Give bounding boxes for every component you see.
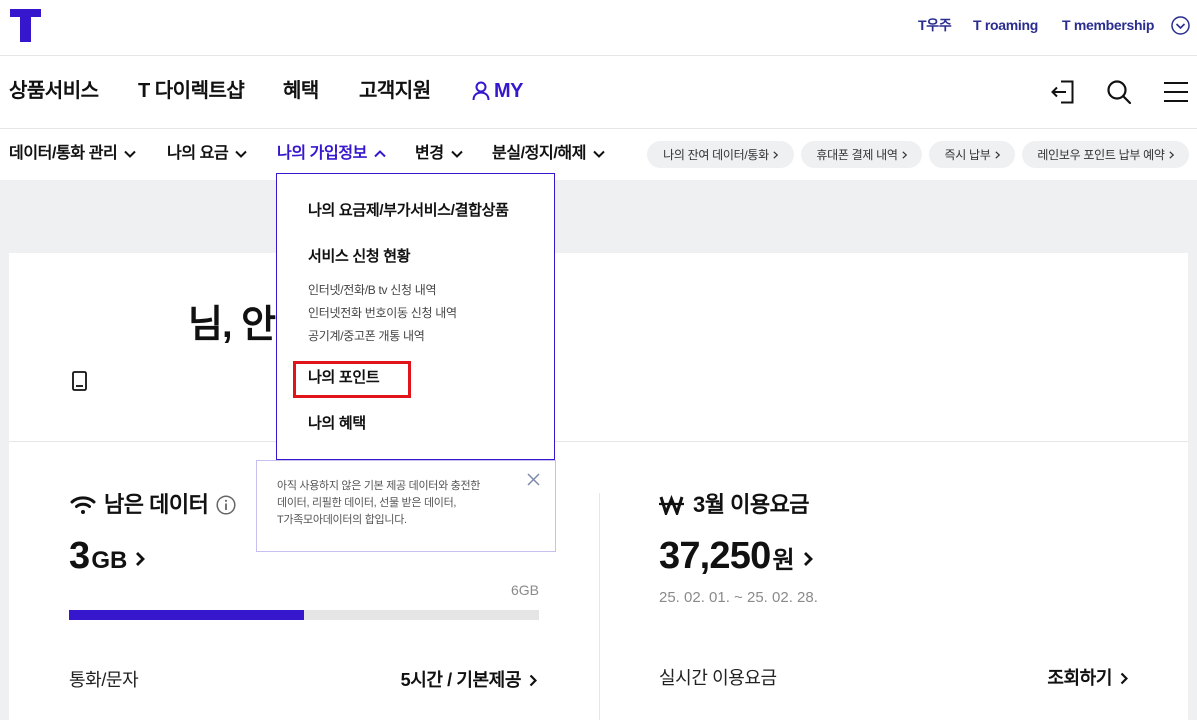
line-info[interactable] bbox=[72, 371, 87, 391]
close-icon bbox=[527, 473, 540, 486]
menu-subitem-internet-phone-btv[interactable]: 인터넷/전화/B tv 신청 내역 bbox=[308, 282, 437, 298]
remaining-data-value: 3 GB bbox=[69, 534, 127, 578]
call-sms-link[interactable]: 5시간 / 기본제공 bbox=[319, 668, 539, 692]
utility-toggle-button[interactable] bbox=[1171, 16, 1190, 35]
chevron-right-icon bbox=[1169, 150, 1174, 159]
subnav-my-fee[interactable]: 나의 요금 bbox=[167, 144, 248, 164]
subnav-change[interactable]: 변경 bbox=[415, 144, 463, 164]
tooltip-line: T가족모아데이터의 합입니다. bbox=[277, 514, 407, 526]
subnav-label: 변경 bbox=[415, 145, 444, 162]
billing-title-row: 3월 이용요금 bbox=[659, 492, 810, 518]
billing-amount-number: 37,250 bbox=[659, 535, 771, 577]
my-label: MY bbox=[494, 80, 524, 102]
menu-button[interactable] bbox=[1163, 81, 1189, 103]
subnav-my-subscription[interactable]: 나의 가입정보 bbox=[277, 144, 386, 164]
menu-item-service-request-status[interactable]: 서비스 신청 현황 bbox=[308, 247, 411, 267]
data-title-row: 남은 데이터 bbox=[70, 492, 236, 518]
realtime-fee-button[interactable]: 조회하기 bbox=[908, 666, 1128, 690]
quick-link-label: 즉시 납부 bbox=[944, 148, 991, 162]
chevron-right-icon bbox=[529, 674, 537, 686]
util-link-membership[interactable]: T membership bbox=[1062, 16, 1154, 34]
menu-subitem-used-phone-activation[interactable]: 공기계/중고폰 개통 내역 bbox=[308, 328, 425, 344]
chevron-up-icon bbox=[374, 150, 386, 158]
section-divider bbox=[599, 493, 600, 720]
remaining-data-unit: GB bbox=[91, 547, 128, 574]
logout-icon bbox=[1051, 80, 1074, 104]
tooltip-line: 아직 사용하지 않은 기본 제공 데이터와 충전한 bbox=[277, 480, 481, 492]
menu-item-my-points[interactable]: 나의 포인트 bbox=[308, 368, 380, 388]
home-logo[interactable] bbox=[10, 9, 41, 42]
chevron-right-icon bbox=[994, 150, 1000, 159]
data-info-tooltip: 아직 사용하지 않은 기본 제공 데이터와 충전한 데이터, 리필한 데이터, … bbox=[256, 460, 556, 552]
chevron-right-icon bbox=[1120, 672, 1128, 684]
main-nav-direct-shop[interactable]: T 다이렉트샵 bbox=[138, 79, 245, 103]
greeting-text: 님, 안 bbox=[188, 304, 276, 346]
data-title: 남은 데이터 bbox=[104, 492, 209, 517]
billing-amount-link[interactable]: 37,250 원 bbox=[659, 534, 813, 578]
subnav-label: 분실/정지/해제 bbox=[492, 145, 587, 162]
subscription-dropdown-menu: 나의 요금제/부가서비스/결합상품 서비스 신청 현황 인터넷/전화/B tv … bbox=[276, 173, 555, 460]
quick-link-rainbow-point[interactable]: 레인보우 포인트 납부 예약 bbox=[1022, 141, 1189, 168]
subnav-label: 나의 가입정보 bbox=[277, 145, 367, 162]
subnav-label: 나의 요금 bbox=[167, 145, 229, 162]
realtime-fee-action: 조회하기 bbox=[1047, 668, 1112, 688]
main-nav-products[interactable]: 상품서비스 bbox=[9, 79, 99, 103]
billing-currency: 원 bbox=[772, 547, 795, 574]
search-icon bbox=[1107, 80, 1132, 105]
nav-divider bbox=[0, 128, 1197, 129]
subnav-lost-suspend[interactable]: 분실/정지/해제 bbox=[492, 144, 605, 164]
person-icon bbox=[472, 81, 490, 101]
quick-link-phone-payment[interactable]: 휴대폰 결제 내역 bbox=[801, 141, 922, 168]
main-nav-benefits[interactable]: 혜택 bbox=[283, 79, 319, 103]
search-button[interactable] bbox=[1106, 79, 1132, 105]
quick-link-label: 휴대폰 결제 내역 bbox=[816, 148, 898, 162]
chevron-right-icon bbox=[803, 552, 813, 566]
won-icon bbox=[659, 495, 684, 515]
t-logo-icon bbox=[10, 9, 41, 42]
realtime-fee-label: 실시간 이용요금 bbox=[659, 668, 777, 688]
total-data: 6GB bbox=[510, 582, 539, 598]
chevron-down-icon bbox=[235, 150, 248, 158]
card-divider bbox=[9, 441, 1188, 442]
chevron-right-icon bbox=[773, 150, 778, 159]
menu-item-my-benefits[interactable]: 나의 혜택 bbox=[308, 414, 366, 434]
tooltip-line: 데이터, 리필한 데이터, 선물 받은 데이터, bbox=[277, 497, 457, 509]
quick-link-label: 레인보우 포인트 납부 예약 bbox=[1037, 148, 1165, 162]
chevron-right-icon bbox=[902, 150, 907, 159]
menu-item-plan-addon-bundle[interactable]: 나의 요금제/부가서비스/결합상품 bbox=[308, 201, 509, 221]
chevron-down-circle-icon bbox=[1171, 16, 1190, 35]
main-nav-support[interactable]: 고객지원 bbox=[359, 79, 431, 103]
chevron-right-icon bbox=[136, 552, 146, 566]
menu-icon bbox=[1164, 82, 1188, 102]
call-sms-value: 5시간 / 기본제공 bbox=[400, 670, 522, 690]
chevron-down-icon bbox=[124, 150, 137, 158]
quick-link-instant-pay[interactable]: 즉시 납부 bbox=[929, 141, 1015, 168]
main-nav-my[interactable]: MY bbox=[472, 79, 524, 103]
quick-link-label: 나의 잔여 데이터/통화 bbox=[663, 148, 769, 162]
quick-link-remaining-data[interactable]: 나의 잔여 데이터/통화 bbox=[647, 141, 794, 168]
info-icon[interactable] bbox=[216, 495, 236, 515]
chevron-down-icon bbox=[450, 150, 463, 158]
menu-subitem-number-porting[interactable]: 인터넷전화 번호이동 신청 내역 bbox=[308, 305, 457, 321]
phone-icon bbox=[72, 371, 87, 391]
tooltip-close-button[interactable] bbox=[527, 473, 540, 486]
billing-title: 3월 이용요금 bbox=[693, 492, 810, 517]
header-divider bbox=[0, 55, 1197, 56]
call-sms-label: 통화/문자 bbox=[69, 670, 139, 690]
billing-amount: 37,250 원 bbox=[659, 534, 795, 578]
chevron-down-icon bbox=[593, 150, 605, 158]
remaining-data-number: 3 bbox=[69, 535, 90, 577]
util-link-universe[interactable]: T우주 bbox=[918, 16, 952, 34]
remaining-data-link[interactable]: 3 GB bbox=[69, 534, 146, 578]
app-root: T우주 T roaming T membership 상품서비스 T 다이렉트샵… bbox=[0, 0, 1197, 720]
logout-button[interactable] bbox=[1050, 79, 1076, 105]
subnav-label: 데이터/통화 관리 bbox=[9, 145, 118, 162]
data-progress-bar bbox=[69, 610, 539, 620]
util-link-roaming[interactable]: T roaming bbox=[973, 16, 1038, 34]
data-progress-fill bbox=[69, 610, 304, 620]
wifi-icon bbox=[70, 496, 96, 514]
billing-period: 25. 02. 01. ~ 25. 02. 28. bbox=[659, 589, 818, 606]
subnav-data-call[interactable]: 데이터/통화 관리 bbox=[9, 144, 137, 164]
